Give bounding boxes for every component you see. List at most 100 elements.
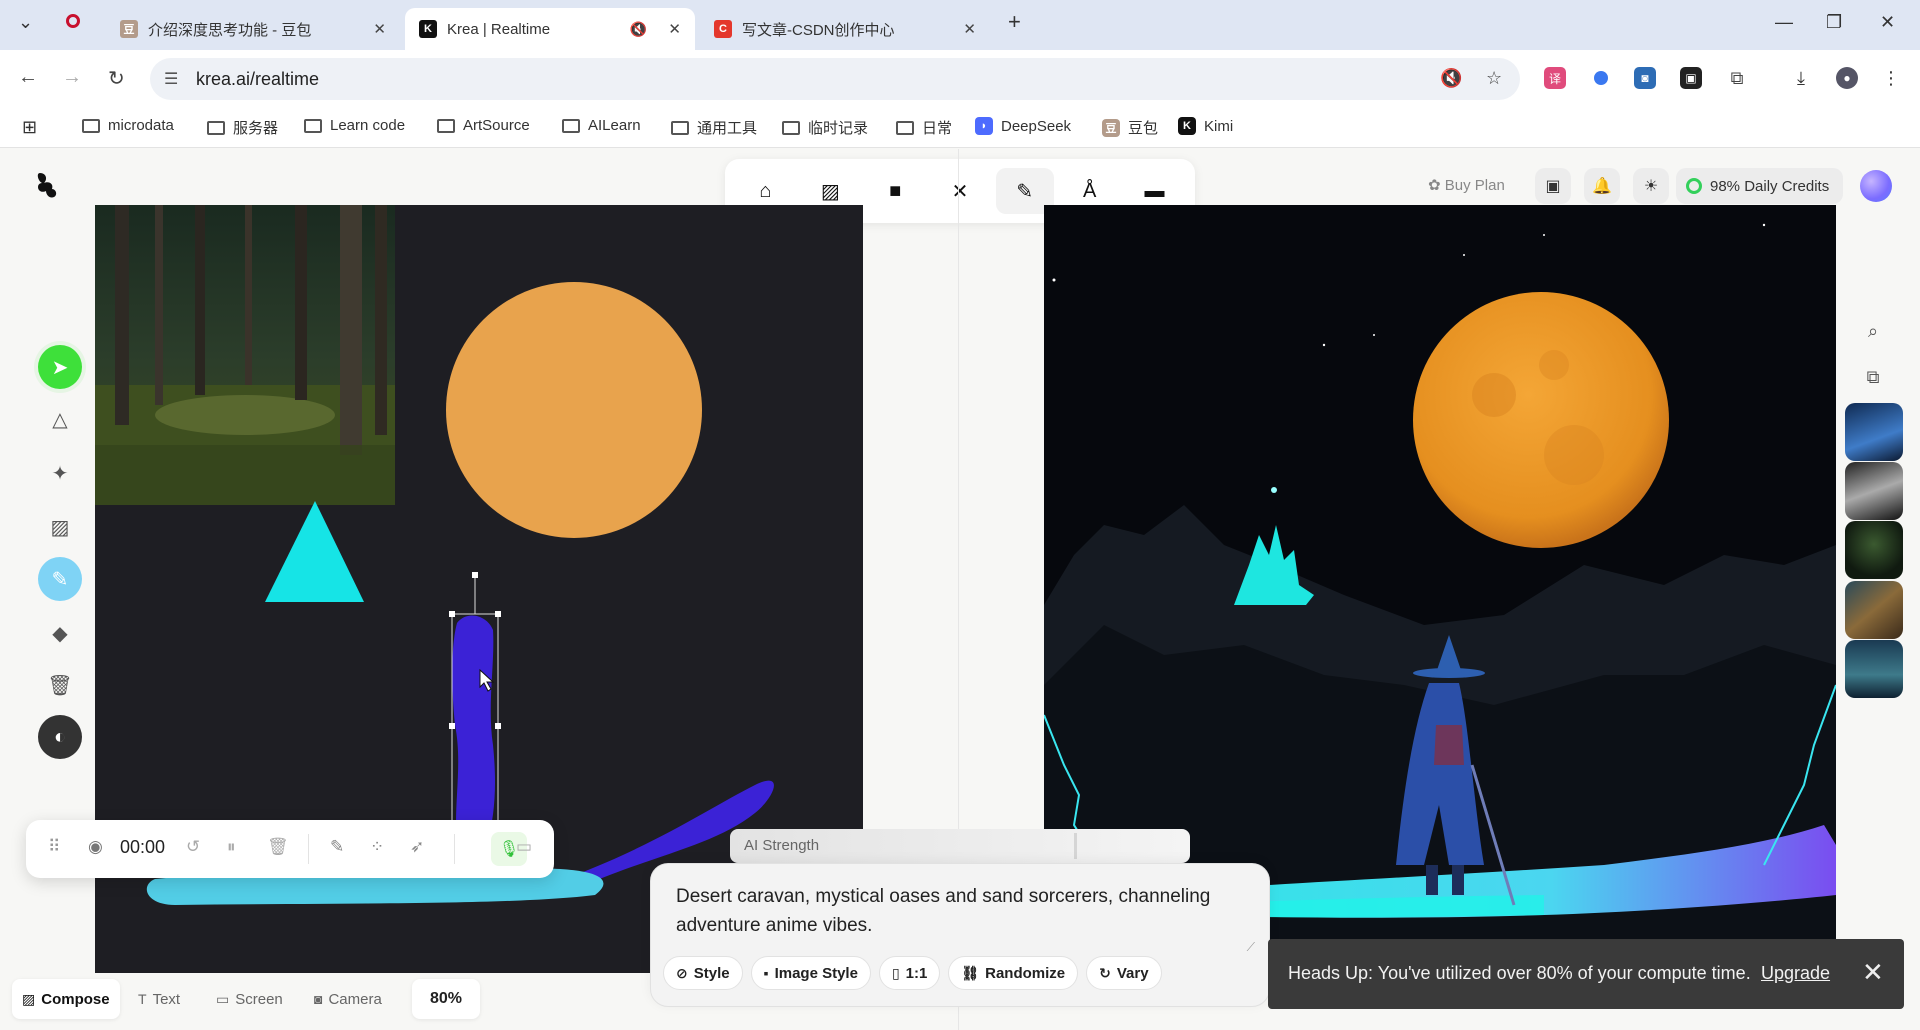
site-info-icon[interactable]: ☰ bbox=[164, 69, 178, 89]
extension-black-icon[interactable]: ▣ bbox=[1680, 67, 1702, 89]
prompt-textarea[interactable]: Desert caravan, mystical oases and sand … bbox=[676, 882, 1236, 940]
image-style-button[interactable]: ▪ Image Style bbox=[750, 956, 871, 990]
ai-strength-knob[interactable] bbox=[1074, 833, 1077, 859]
delete-recording-icon[interactable]: 🗑 bbox=[267, 837, 289, 857]
screen-icon: ▭ bbox=[216, 990, 230, 1007]
krea-favicon-icon: K bbox=[419, 20, 437, 38]
download-icon[interactable]: ⤓ bbox=[1790, 67, 1812, 89]
profile-avatar-icon[interactable]: ● bbox=[1836, 67, 1858, 89]
grid-icon[interactable]: ⁘ bbox=[370, 837, 384, 857]
forest-image[interactable] bbox=[95, 205, 395, 505]
bookmark-ailearn[interactable]: AILearn bbox=[562, 117, 641, 134]
orange-circle-shape[interactable] bbox=[446, 282, 702, 538]
select-cursor-icon[interactable]: ➤ bbox=[38, 345, 82, 389]
image-style-label: Image Style bbox=[774, 964, 858, 982]
restore-window-icon[interactable]: ❐ bbox=[1826, 12, 1842, 33]
tab-doubao[interactable]: 豆 介绍深度思考功能 - 豆包 ✕ bbox=[110, 8, 400, 50]
search-zoom-icon[interactable]: ⌕ bbox=[1857, 315, 1889, 347]
video-icon[interactable]: ■ bbox=[866, 168, 924, 214]
reload-icon[interactable]: ↻ bbox=[108, 66, 125, 91]
ai-strength-slider[interactable]: AI Strength bbox=[730, 829, 1190, 863]
bookmark-tools[interactable]: 通用工具 bbox=[671, 117, 757, 138]
history-thumbnail[interactable] bbox=[1845, 462, 1903, 520]
back-icon[interactable]: ← bbox=[18, 66, 38, 89]
tab-csdn[interactable]: C 写文章-CSDN创作中心 ✕ bbox=[700, 8, 990, 50]
apps-grid-icon[interactable]: ⊞ bbox=[22, 117, 37, 138]
omnibox[interactable]: ☰ krea.ai/realtime 🔇 ☆ bbox=[150, 58, 1520, 100]
buy-plan-link[interactable]: ✿ Buy Plan bbox=[1428, 176, 1505, 194]
mode-camera[interactable]: ◙ Camera bbox=[304, 979, 392, 1019]
history-thumbnail[interactable] bbox=[1845, 521, 1903, 579]
camera-record-icon[interactable]: ▭ bbox=[516, 837, 532, 857]
mode-text[interactable]: T Text bbox=[128, 979, 190, 1019]
bookmark-artsource[interactable]: ArtSource bbox=[437, 117, 530, 134]
trash-icon[interactable]: 🗑 bbox=[38, 663, 82, 707]
tab-search-icon[interactable]: ⌄ bbox=[18, 12, 33, 33]
close-window-icon[interactable]: ✕ bbox=[1880, 12, 1895, 33]
extension-blue-dot-icon[interactable] bbox=[1590, 67, 1612, 89]
bookmark-star-icon[interactable]: ☆ bbox=[1486, 68, 1502, 89]
bookmark-microdata[interactable]: microdata bbox=[82, 117, 174, 134]
bookmark-server[interactable]: 服务器 bbox=[207, 117, 278, 138]
notifications-button[interactable]: 🔔 bbox=[1584, 168, 1620, 204]
minimize-window-icon[interactable]: — bbox=[1775, 12, 1793, 33]
daily-credits-badge[interactable]: 98% Daily Credits bbox=[1676, 168, 1844, 204]
extension-translate-icon[interactable]: 译 bbox=[1544, 67, 1566, 89]
theme-toggle-button[interactable]: ☀ bbox=[1633, 168, 1669, 204]
bookmark-daily[interactable]: 日常 bbox=[896, 117, 952, 138]
shapes-triangle-icon[interactable]: △ bbox=[38, 397, 82, 441]
browser-menu-icon[interactable]: ⋮ bbox=[1880, 67, 1902, 89]
pen-annotate-icon[interactable]: ✎ bbox=[330, 837, 344, 857]
history-thumbnail[interactable] bbox=[1845, 581, 1903, 639]
link-icon: ⊘ bbox=[676, 964, 688, 981]
extensions-puzzle-icon[interactable]: ⧉ bbox=[1726, 67, 1748, 89]
randomize-button[interactable]: ⛓ Randomize bbox=[948, 956, 1079, 990]
upgrade-link[interactable]: Upgrade bbox=[1761, 963, 1830, 984]
close-tab-icon[interactable]: ✕ bbox=[963, 20, 976, 38]
bookmark-notes[interactable]: 临时记录 bbox=[782, 117, 868, 138]
ai-sparkle-icon[interactable]: ✦ bbox=[38, 451, 82, 495]
style-button[interactable]: ⊘ Style bbox=[663, 956, 743, 990]
extension-screenshot-icon[interactable]: ◙ bbox=[1634, 67, 1656, 89]
pause-icon[interactable]: ⏸ bbox=[227, 837, 236, 857]
gallery-button[interactable]: ▣ bbox=[1535, 168, 1571, 204]
eraser-icon[interactable]: ◆ bbox=[38, 611, 82, 655]
vary-button[interactable]: ↻ Vary bbox=[1086, 956, 1162, 990]
close-toast-icon[interactable]: ✕ bbox=[1862, 957, 1884, 988]
credits-label: 98% Daily Credits bbox=[1710, 177, 1830, 195]
forward-icon[interactable]: → bbox=[62, 66, 82, 89]
close-tab-icon[interactable]: ✕ bbox=[668, 20, 681, 38]
background-toggle-icon[interactable]: ◐ bbox=[38, 715, 82, 759]
bookmark-doubao[interactable]: 豆豆包 bbox=[1102, 117, 1158, 138]
folder-icon bbox=[896, 120, 914, 135]
history-thumbnail[interactable] bbox=[1845, 403, 1903, 461]
close-tab-icon[interactable]: ✕ bbox=[373, 20, 386, 38]
image-upload-icon[interactable]: ▨ bbox=[38, 505, 82, 549]
recording-indicator-icon[interactable] bbox=[66, 12, 80, 33]
selected-brush-stroke[interactable] bbox=[452, 615, 495, 845]
enhancer-icon[interactable]: ✕ bbox=[931, 168, 989, 214]
url-text[interactable]: krea.ai/realtime bbox=[196, 69, 319, 90]
user-avatar[interactable] bbox=[1860, 170, 1892, 202]
bookmark-deepseek[interactable]: ◗ DeepSeek bbox=[975, 117, 1071, 135]
new-tab-icon[interactable]: + bbox=[1008, 9, 1021, 35]
mode-screen[interactable]: ▭ Screen bbox=[206, 979, 293, 1019]
aspect-ratio-button[interactable]: ▯ 1:1 bbox=[878, 956, 941, 990]
restart-icon[interactable]: ↺ bbox=[186, 837, 200, 857]
bookmark-learn-code[interactable]: Learn code bbox=[304, 117, 405, 134]
cyan-triangle-shape[interactable] bbox=[265, 501, 364, 602]
resize-handle-icon[interactable]: ⟋ bbox=[1247, 940, 1255, 955]
media-muted-icon[interactable]: 🔇 bbox=[1440, 68, 1462, 89]
krea-logo-icon[interactable] bbox=[36, 171, 60, 206]
brush-tool-icon[interactable]: ✎ bbox=[38, 557, 82, 601]
zoom-level[interactable]: 80% bbox=[412, 979, 481, 1019]
open-external-icon[interactable]: ⧉ bbox=[1857, 361, 1889, 393]
mute-tab-icon[interactable]: 🔇 bbox=[630, 21, 647, 38]
record-stop-icon[interactable]: ◉ bbox=[88, 837, 103, 857]
drag-handle-icon[interactable]: ⠿ bbox=[48, 837, 60, 857]
tab-krea[interactable]: K Krea | Realtime 🔇 ✕ bbox=[405, 8, 695, 50]
mode-compose[interactable]: ▨ Compose bbox=[12, 979, 120, 1019]
history-thumbnail[interactable] bbox=[1845, 640, 1903, 698]
pointer-icon[interactable]: ➶ bbox=[410, 837, 424, 857]
bookmark-kimi[interactable]: K Kimi bbox=[1178, 117, 1233, 135]
